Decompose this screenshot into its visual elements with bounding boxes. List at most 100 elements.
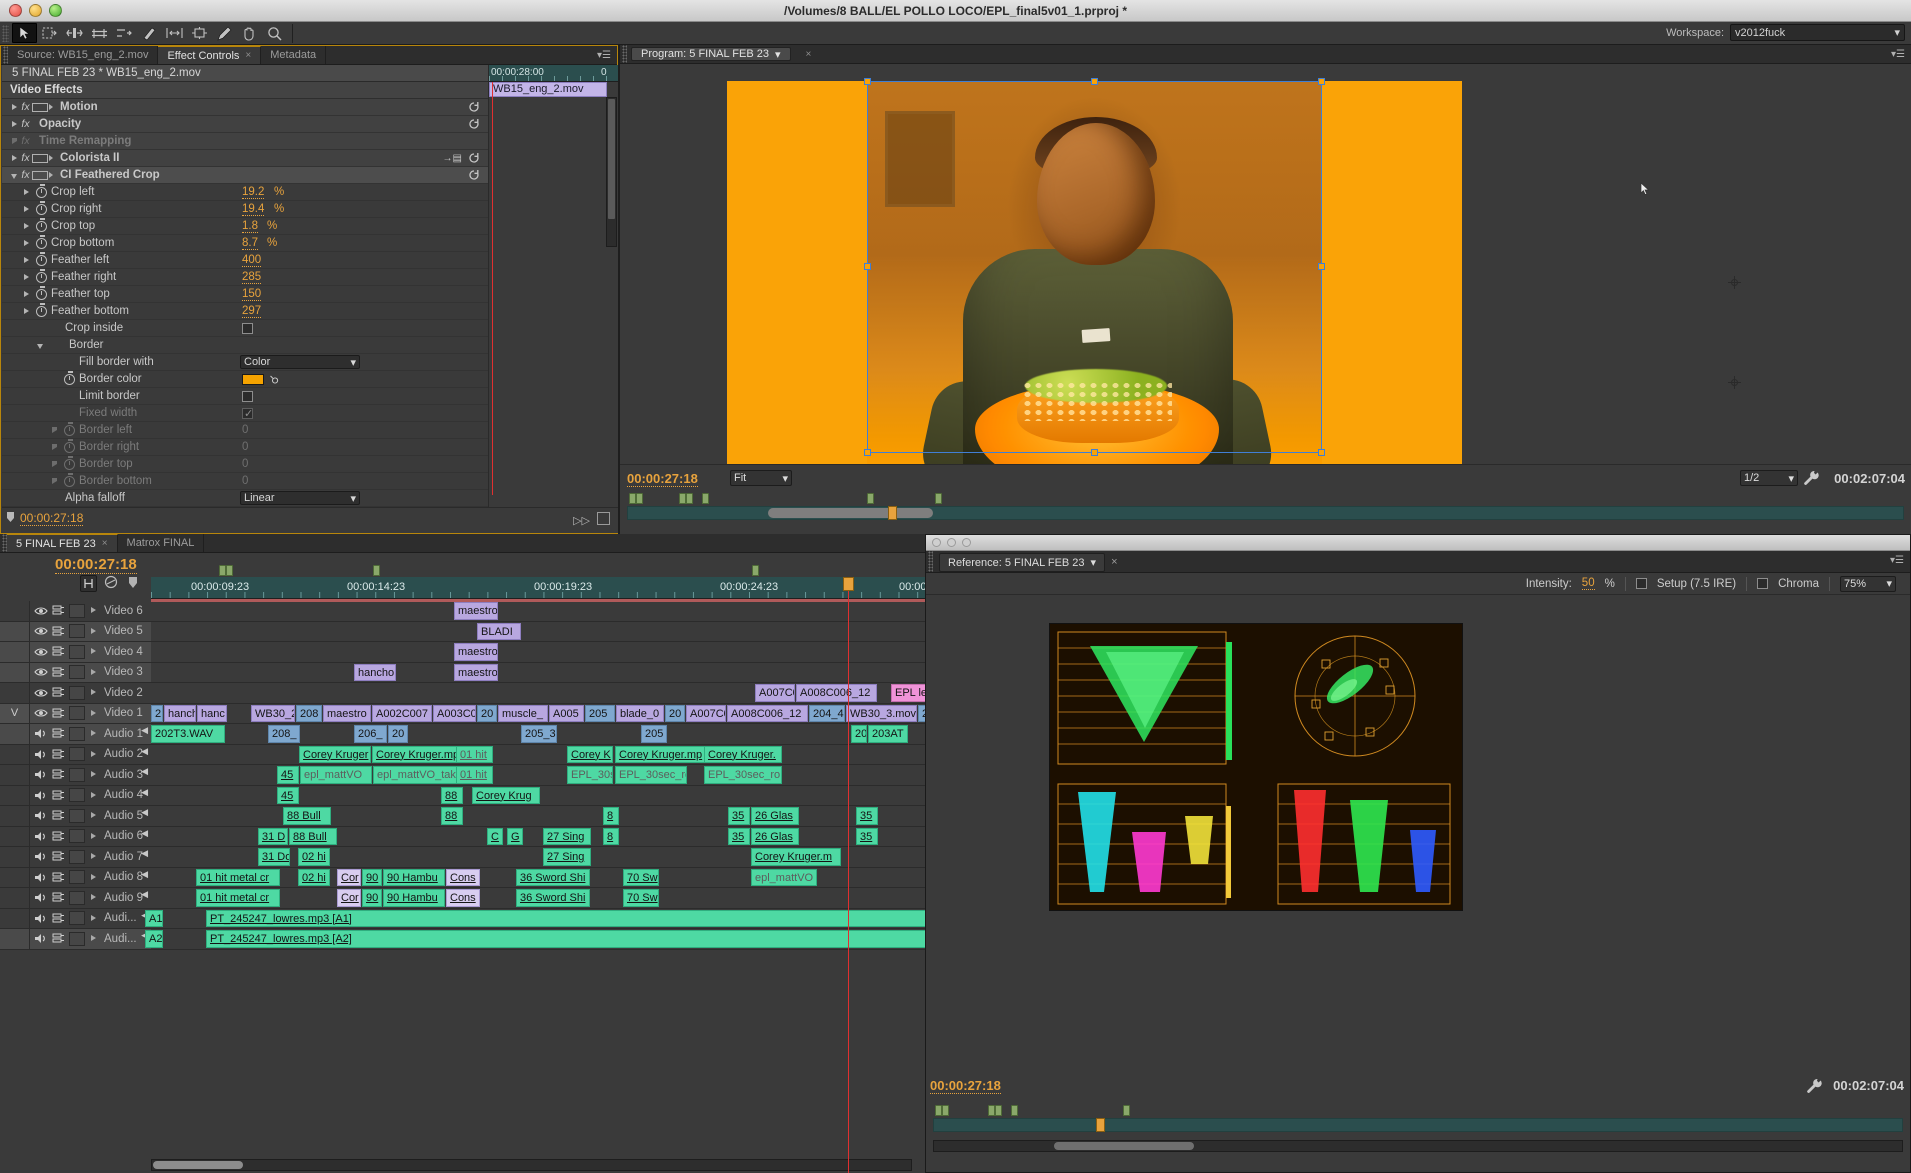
param-row-border-left[interactable]: Border left 0 (2, 422, 488, 439)
eye-icon[interactable] (33, 604, 48, 618)
track-source-indicator[interactable] (0, 724, 30, 744)
lock-toggle-icon[interactable] (51, 911, 66, 925)
toolbar-drag-grip[interactable] (2, 24, 9, 42)
track-expand-triangle-icon[interactable] (89, 791, 98, 800)
track-header-audio-3[interactable]: Audio 3 ◀ (0, 765, 151, 785)
tab-source[interactable]: Source: WB15_eng_2.mov (8, 46, 159, 64)
track-lock-box[interactable] (69, 767, 85, 782)
param-row-feather-left[interactable]: Feather left 400 (2, 252, 488, 269)
color-swatch[interactable] (242, 373, 264, 385)
timeline-clip[interactable]: PT_245247_lowres.mp3 [A1] (206, 909, 926, 927)
close-icon[interactable]: × (102, 538, 108, 549)
track-lock-box[interactable] (69, 665, 85, 680)
disclosure-triangle-icon[interactable] (36, 341, 45, 350)
timeline-marker-row[interactable] (151, 565, 926, 576)
lock-toggle-icon[interactable] (51, 665, 66, 679)
track-expand-triangle-icon[interactable] (89, 934, 98, 943)
disclosure-triangle-icon[interactable] (22, 256, 31, 265)
disclosure-triangle-icon[interactable] (10, 103, 19, 112)
timeline-clip[interactable]: 26 Glas (751, 827, 799, 845)
stopwatch-toggle-icon[interactable] (64, 422, 75, 436)
timeline-clip[interactable]: 02 hi (298, 848, 330, 866)
program-view-range-thumb[interactable] (768, 508, 933, 518)
stopwatch-toggle-icon[interactable] (36, 184, 47, 198)
param-value[interactable]: 19.2 (242, 186, 265, 199)
disclosure-triangle-icon[interactable] (22, 188, 31, 197)
timeline-clip[interactable]: 01 hit (456, 745, 493, 763)
panel-menu-icon[interactable]: ▾☰ (1891, 49, 1905, 60)
timeline-clip[interactable]: 90 Hambu (383, 889, 445, 907)
program-playhead[interactable] (888, 506, 897, 520)
timeline-clip[interactable]: 35 (728, 827, 750, 845)
track-source-indicator[interactable] (0, 908, 30, 928)
timeline-clip[interactable]: EPL legal (891, 684, 926, 702)
stopwatch-toggle-icon[interactable] (64, 439, 75, 453)
timeline-clip[interactable]: 88 Bull (283, 807, 331, 825)
lock-toggle-icon[interactable] (51, 747, 66, 761)
lock-toggle-icon[interactable] (51, 706, 66, 720)
timeline-clip[interactable]: 88 (441, 786, 463, 804)
timeline-clip[interactable]: 20 (388, 725, 408, 743)
reset-effect-icon[interactable] (468, 118, 480, 130)
timeline-clip[interactable]: 01 hit metal cr (196, 868, 280, 886)
timeline-track-row[interactable]: Audio 4 ◀ 45 88 Corey Krug (0, 785, 926, 806)
disclosure-triangle-icon[interactable] (22, 273, 31, 282)
timeline-clip[interactable]: Cons (446, 889, 480, 907)
track-header-audio-5[interactable]: Audio 5 ◀ (0, 806, 151, 826)
minimize-window-button[interactable] (947, 538, 956, 547)
reference-playhead[interactable] (1096, 1118, 1105, 1132)
timeline-clip[interactable]: 20 (477, 704, 497, 722)
timeline-clip[interactable]: 70 Sw (623, 889, 659, 907)
timeline-clip[interactable]: Corey Kruger (299, 745, 371, 763)
timeline-clip[interactable]: 31 D (258, 827, 288, 845)
lock-toggle-icon[interactable] (51, 932, 66, 946)
disclosure-triangle-icon[interactable] (50, 477, 59, 486)
track-clip-area[interactable]: 45 88 Corey Krug (151, 786, 926, 806)
track-expand-triangle-icon[interactable] (89, 832, 98, 841)
scope-zoom-select[interactable]: 75% ▾ (1840, 575, 1896, 592)
param-value[interactable]: 400 (242, 254, 262, 267)
speaker-icon[interactable] (33, 809, 48, 823)
timeline-clip[interactable]: 90 Hambu (383, 868, 445, 886)
timeline-clip[interactable]: Corey Kruger.m (751, 848, 841, 866)
reference-marker[interactable] (1011, 1105, 1018, 1116)
track-source-indicator[interactable] (0, 847, 30, 867)
speaker-icon[interactable] (33, 768, 48, 782)
param-checkbox[interactable] (242, 322, 253, 334)
ec-playhead[interactable] (492, 82, 493, 495)
param-row-feather-bottom[interactable]: Feather bottom 297 (2, 303, 488, 320)
chevron-down-icon[interactable]: ▾ (1091, 556, 1097, 569)
track-lock-box[interactable] (69, 890, 85, 905)
timeline-track-row[interactable]: Audi...◀A1] PT_245247_lowres.mp3 [A1] (0, 908, 926, 929)
track-header-audi-[interactable]: Audi...◀ (0, 929, 151, 949)
timeline-clip[interactable]: WB30_3.mov (846, 704, 917, 722)
timeline-clip[interactable]: WB30_2 (251, 704, 295, 722)
setup-checkbox[interactable] (1635, 578, 1647, 589)
stopwatch-toggle-icon[interactable] (36, 269, 47, 283)
track-header-video-3[interactable]: Video 3 (0, 662, 151, 682)
param-value[interactable]: 150 (242, 288, 262, 301)
rolling-edit-tool[interactable] (87, 23, 112, 43)
param-row-border-right[interactable]: Border right 0 (2, 439, 488, 456)
track-header-video-5[interactable]: Video 5 (0, 621, 151, 641)
effect-center-point-icon[interactable] (1728, 376, 1741, 389)
timeline-track-row[interactable]: Video 3 hancho maestro_ (0, 662, 926, 683)
linked-selection-icon[interactable] (104, 575, 118, 592)
disclosure-triangle-icon[interactable] (10, 120, 19, 129)
disclosure-triangle-icon[interactable] (50, 443, 59, 452)
timeline-clip[interactable]: PT_245247_lowres.mp3 [A2] (206, 930, 926, 948)
track-expand-triangle-icon[interactable] (89, 914, 98, 923)
disclosure-triangle-icon[interactable] (10, 137, 19, 146)
track-header-audio-6[interactable]: Audio 6 ◀ (0, 826, 151, 846)
track-lock-box[interactable] (69, 870, 85, 885)
disclosure-triangle-icon[interactable] (22, 307, 31, 316)
timeline-track-row[interactable]: Video 6 maestro_ (0, 601, 926, 622)
stopwatch-toggle-icon[interactable] (64, 371, 75, 385)
timeline-clip[interactable]: 27 Sing (543, 848, 591, 866)
param-checkbox[interactable]: ✓ (242, 407, 253, 420)
effect-row-colorista-ii[interactable]: fx Colorista II →▤ (2, 150, 488, 167)
timeline-track-row[interactable]: Video 4 maestro_ (0, 642, 926, 663)
timeline-clip[interactable]: 27 Sing (543, 827, 591, 845)
timeline-clip[interactable]: Corey Kruger.mp (372, 745, 467, 763)
track-clip-area[interactable]: 2 hanch hanc WB30_2 208 maestro A002C007 A003C0… (151, 704, 926, 724)
